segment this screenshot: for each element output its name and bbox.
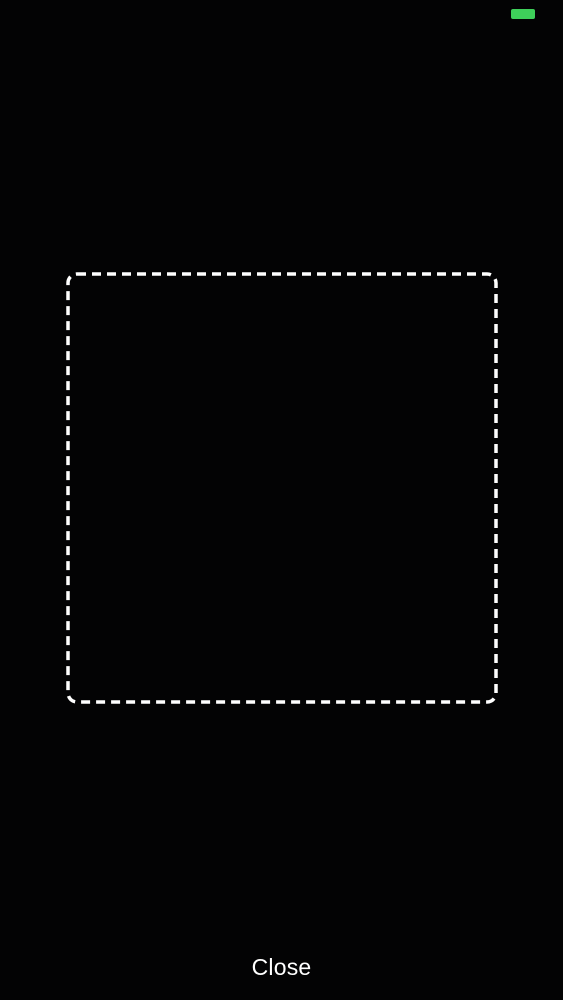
scan-frame-border xyxy=(66,272,498,704)
close-button[interactable]: Close xyxy=(0,946,563,988)
camera-active-indicator xyxy=(511,9,535,19)
scan-frame xyxy=(66,272,498,704)
scanner-screen: Close xyxy=(0,0,563,1000)
